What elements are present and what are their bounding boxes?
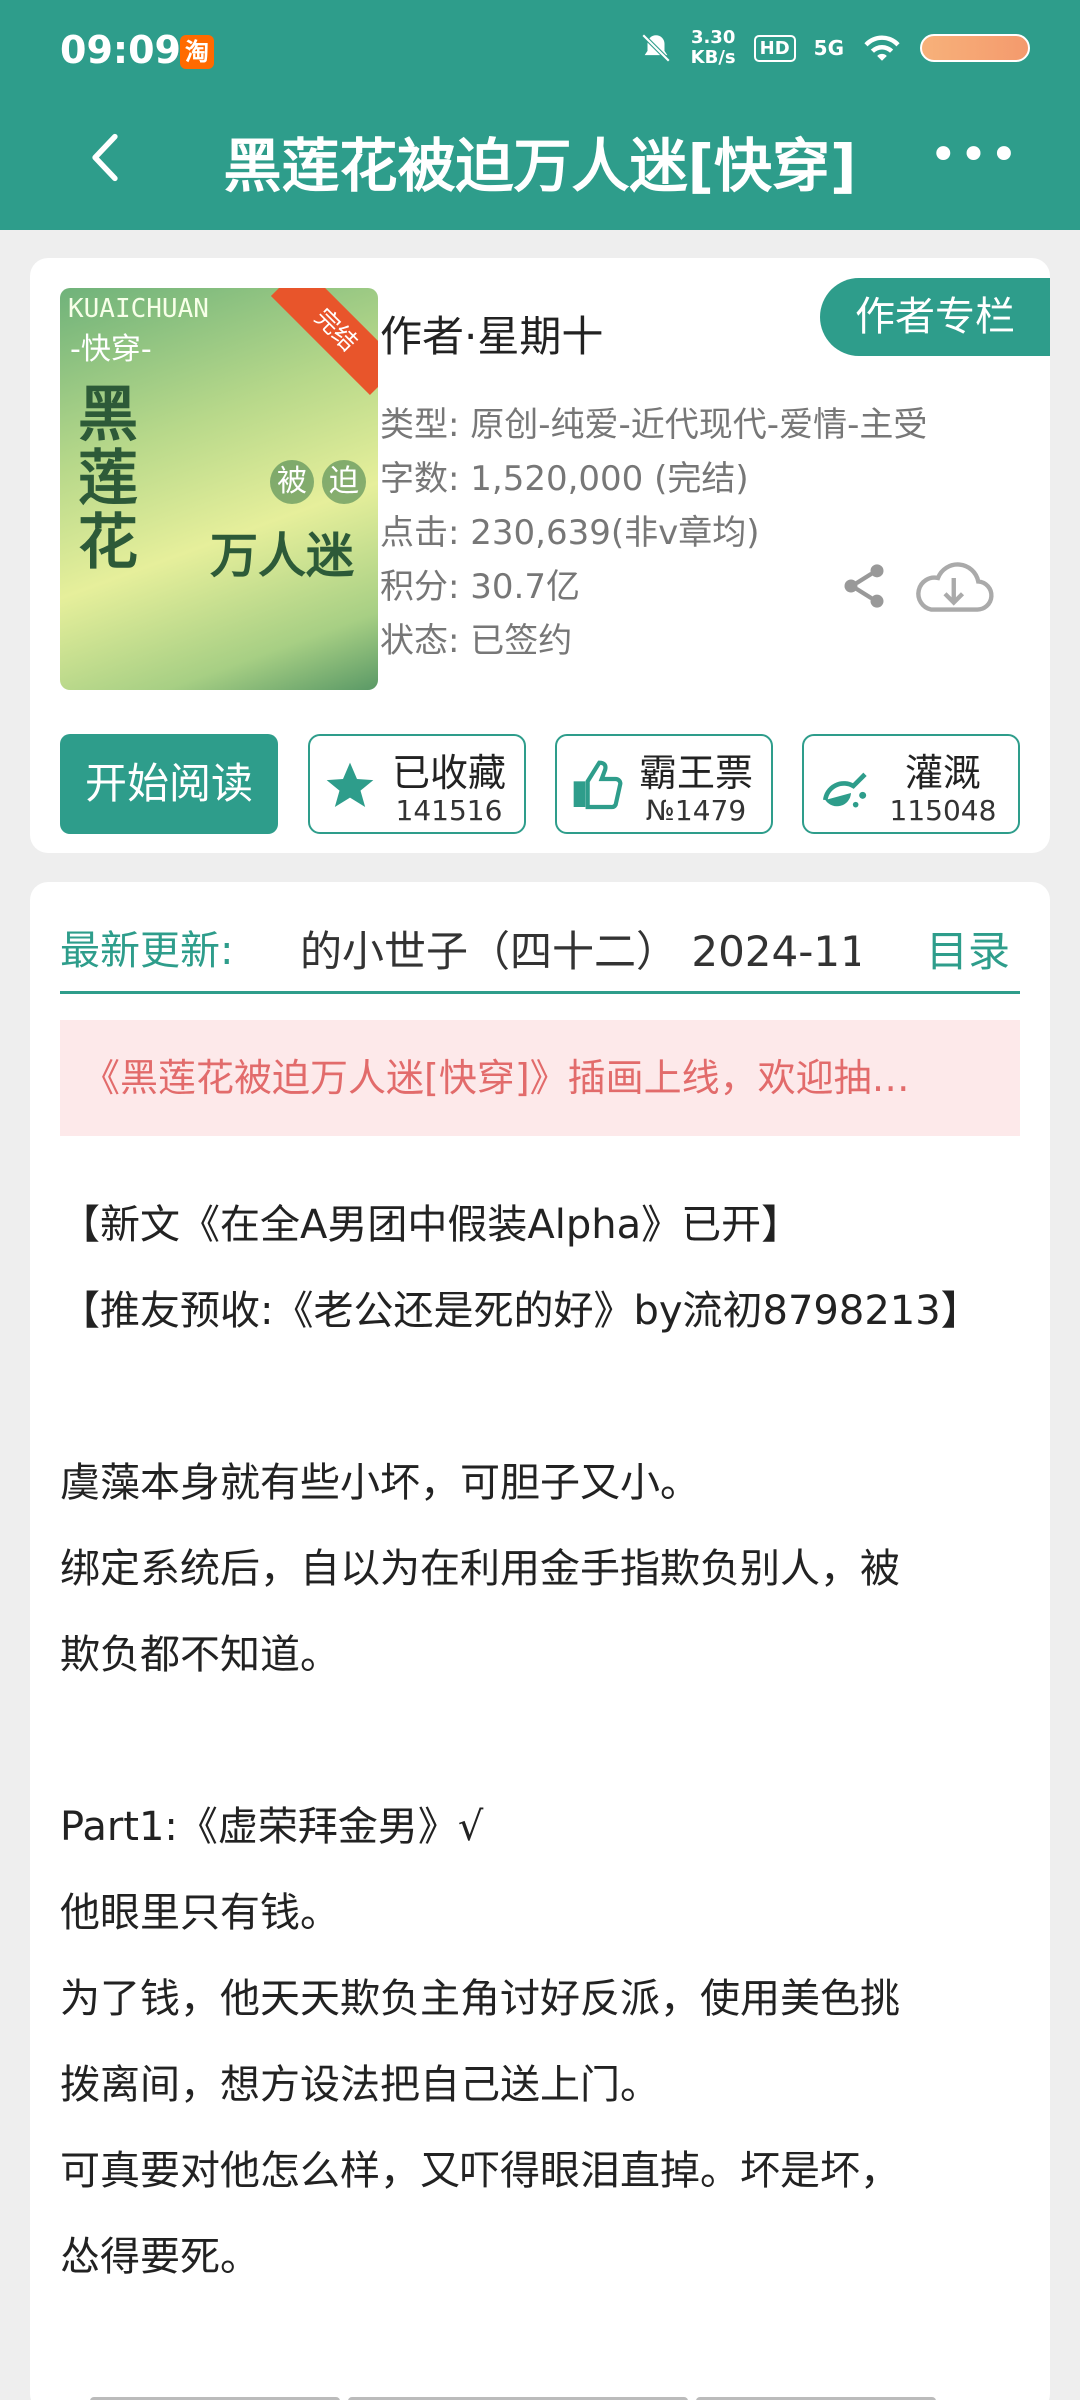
start-reading-button[interactable]: 开始阅读	[60, 734, 278, 834]
book-cover[interactable]: 完结 KUAICHUAN -快穿- 黑莲花 被 迫 万人迷	[60, 288, 378, 690]
book-description: 【新文《在全A男团中假装Alpha》已开】 【推友预收:《老公还是死的好》by流…	[60, 1182, 1020, 2300]
status-bar: 09:09 淘 3.30 KB/s HD 5G	[0, 0, 1080, 105]
mute-icon	[641, 33, 670, 63]
author-column-button[interactable]: 作者专栏	[820, 278, 1050, 356]
desc-line: 为了钱，他天天欺负主角讨好反派，使用美色挑	[60, 1976, 900, 2022]
desc-line: Part1:《虚荣拜金男》√	[60, 1804, 484, 1850]
author-name[interactable]: 作者·星期十	[380, 303, 603, 364]
favorite-label: 已收藏	[391, 751, 506, 795]
bawang-label: 霸王票	[638, 751, 753, 795]
meta-clicks: 点击: 230,639(非v章均)	[380, 513, 760, 553]
cover-title-char-b: 迫	[322, 460, 366, 504]
net-speed: 3.30 KB/s	[691, 28, 736, 68]
cover-title-vertical: 黑莲花	[78, 380, 138, 578]
catalog-link[interactable]: 目录	[926, 918, 1010, 979]
net-speed-value: 3.30	[690, 27, 736, 48]
desc-blank	[60, 1698, 1020, 1784]
desc-line: 欺负都不知道。	[60, 1632, 340, 1678]
hd-icon: HD	[753, 34, 796, 62]
announcement-banner[interactable]: 《黑莲花被迫万人迷[快穿]》插画上线，欢迎抽…	[60, 1020, 1020, 1136]
desc-blank	[60, 1354, 1020, 1440]
desc-line: 可真要对他怎么样，又吓得眼泪直掉。坏是坏，	[60, 2148, 900, 2194]
signal-5g-icon: 5G	[813, 36, 844, 60]
meta-state: 状态: 已签约	[380, 621, 573, 661]
cover-brand: KUAICHUAN	[68, 294, 209, 324]
thumbs-up-icon	[573, 760, 623, 810]
flask-icon	[823, 772, 867, 808]
cover-title-char-a: 被	[270, 460, 314, 504]
download-cloud-icon[interactable]	[910, 550, 994, 620]
net-speed-unit: KB/s	[690, 47, 736, 68]
latest-update-label: 最新更新:	[60, 928, 234, 974]
status-time: 09:09	[60, 28, 181, 72]
nav-row: 黑莲花被迫万人迷[快穿] •••	[0, 105, 1080, 210]
status-icons: 3.30 KB/s HD 5G	[639, 28, 1030, 68]
latest-update-row[interactable]: 最新更新: 的小世子（四十二） 2024-11 目录	[60, 904, 1020, 994]
meta-words: 字数: 1,520,000 (完结)	[380, 459, 749, 499]
irrigate-button[interactable]: 灌溉 115048	[802, 734, 1020, 834]
desc-line: 拨离间，想方设法把自己送上门。	[60, 2062, 660, 2108]
latest-update-text[interactable]: 的小世子（四十二） 2024-11	[300, 918, 860, 979]
bottom-scroll-indicator	[90, 2390, 990, 2400]
desc-line: 他眼里只有钱。	[60, 1890, 340, 1936]
bawang-ticket-button[interactable]: 霸王票 №1479	[555, 734, 773, 834]
desc-line: 虞藻本身就有些小坏，可胆子又小。	[60, 1460, 700, 1506]
share-icon[interactable]	[838, 560, 890, 612]
desc-line: 绑定系统后，自以为在利用金手指欺负别人，被	[60, 1546, 900, 1592]
wifi-icon	[864, 35, 900, 61]
cover-ribbon: 完结	[270, 288, 378, 396]
desc-line: 【新文《在全A男团中假装Alpha》已开】	[60, 1202, 802, 1248]
more-options-icon[interactable]: •••	[929, 131, 1020, 179]
cover-subtitle: -快穿-	[70, 332, 152, 367]
battery-icon	[920, 34, 1030, 62]
book-meta: 类型: 原创-纯爱-近代现代-爱情-主受 字数: 1,520,000 (完结) …	[380, 398, 927, 668]
favorite-button[interactable]: 已收藏 141516	[308, 734, 526, 834]
irrigate-count: 115048	[889, 794, 997, 827]
favorite-count: 141516	[395, 794, 503, 827]
taobao-notification-icon: 淘	[180, 35, 214, 69]
content-card: 最新更新: 的小世子（四十二） 2024-11 目录 《黑莲花被迫万人迷[快穿]…	[30, 882, 1050, 2400]
cover-title-main: 万人迷	[210, 528, 355, 584]
star-icon	[326, 762, 374, 807]
app-header: 09:09 淘 3.30 KB/s HD 5G 黑莲花被迫万人迷[快穿] •••	[0, 0, 1080, 230]
bawang-count: №1479	[645, 794, 747, 827]
desc-line: 怂得要死。	[60, 2234, 260, 2280]
irrigate-label: 灌溉	[904, 751, 981, 795]
book-info-card: 完结 KUAICHUAN -快穿- 黑莲花 被 迫 万人迷 作者·星期十 作者专…	[30, 258, 1050, 853]
meta-type: 类型: 原创-纯爱-近代现代-爱情-主受	[380, 405, 928, 445]
back-arrow-icon[interactable]	[80, 130, 130, 185]
page-title: 黑莲花被迫万人迷[快穿]	[223, 132, 857, 200]
desc-line: 【推友预收:《老公还是死的好》by流初8798213】	[60, 1288, 981, 1334]
